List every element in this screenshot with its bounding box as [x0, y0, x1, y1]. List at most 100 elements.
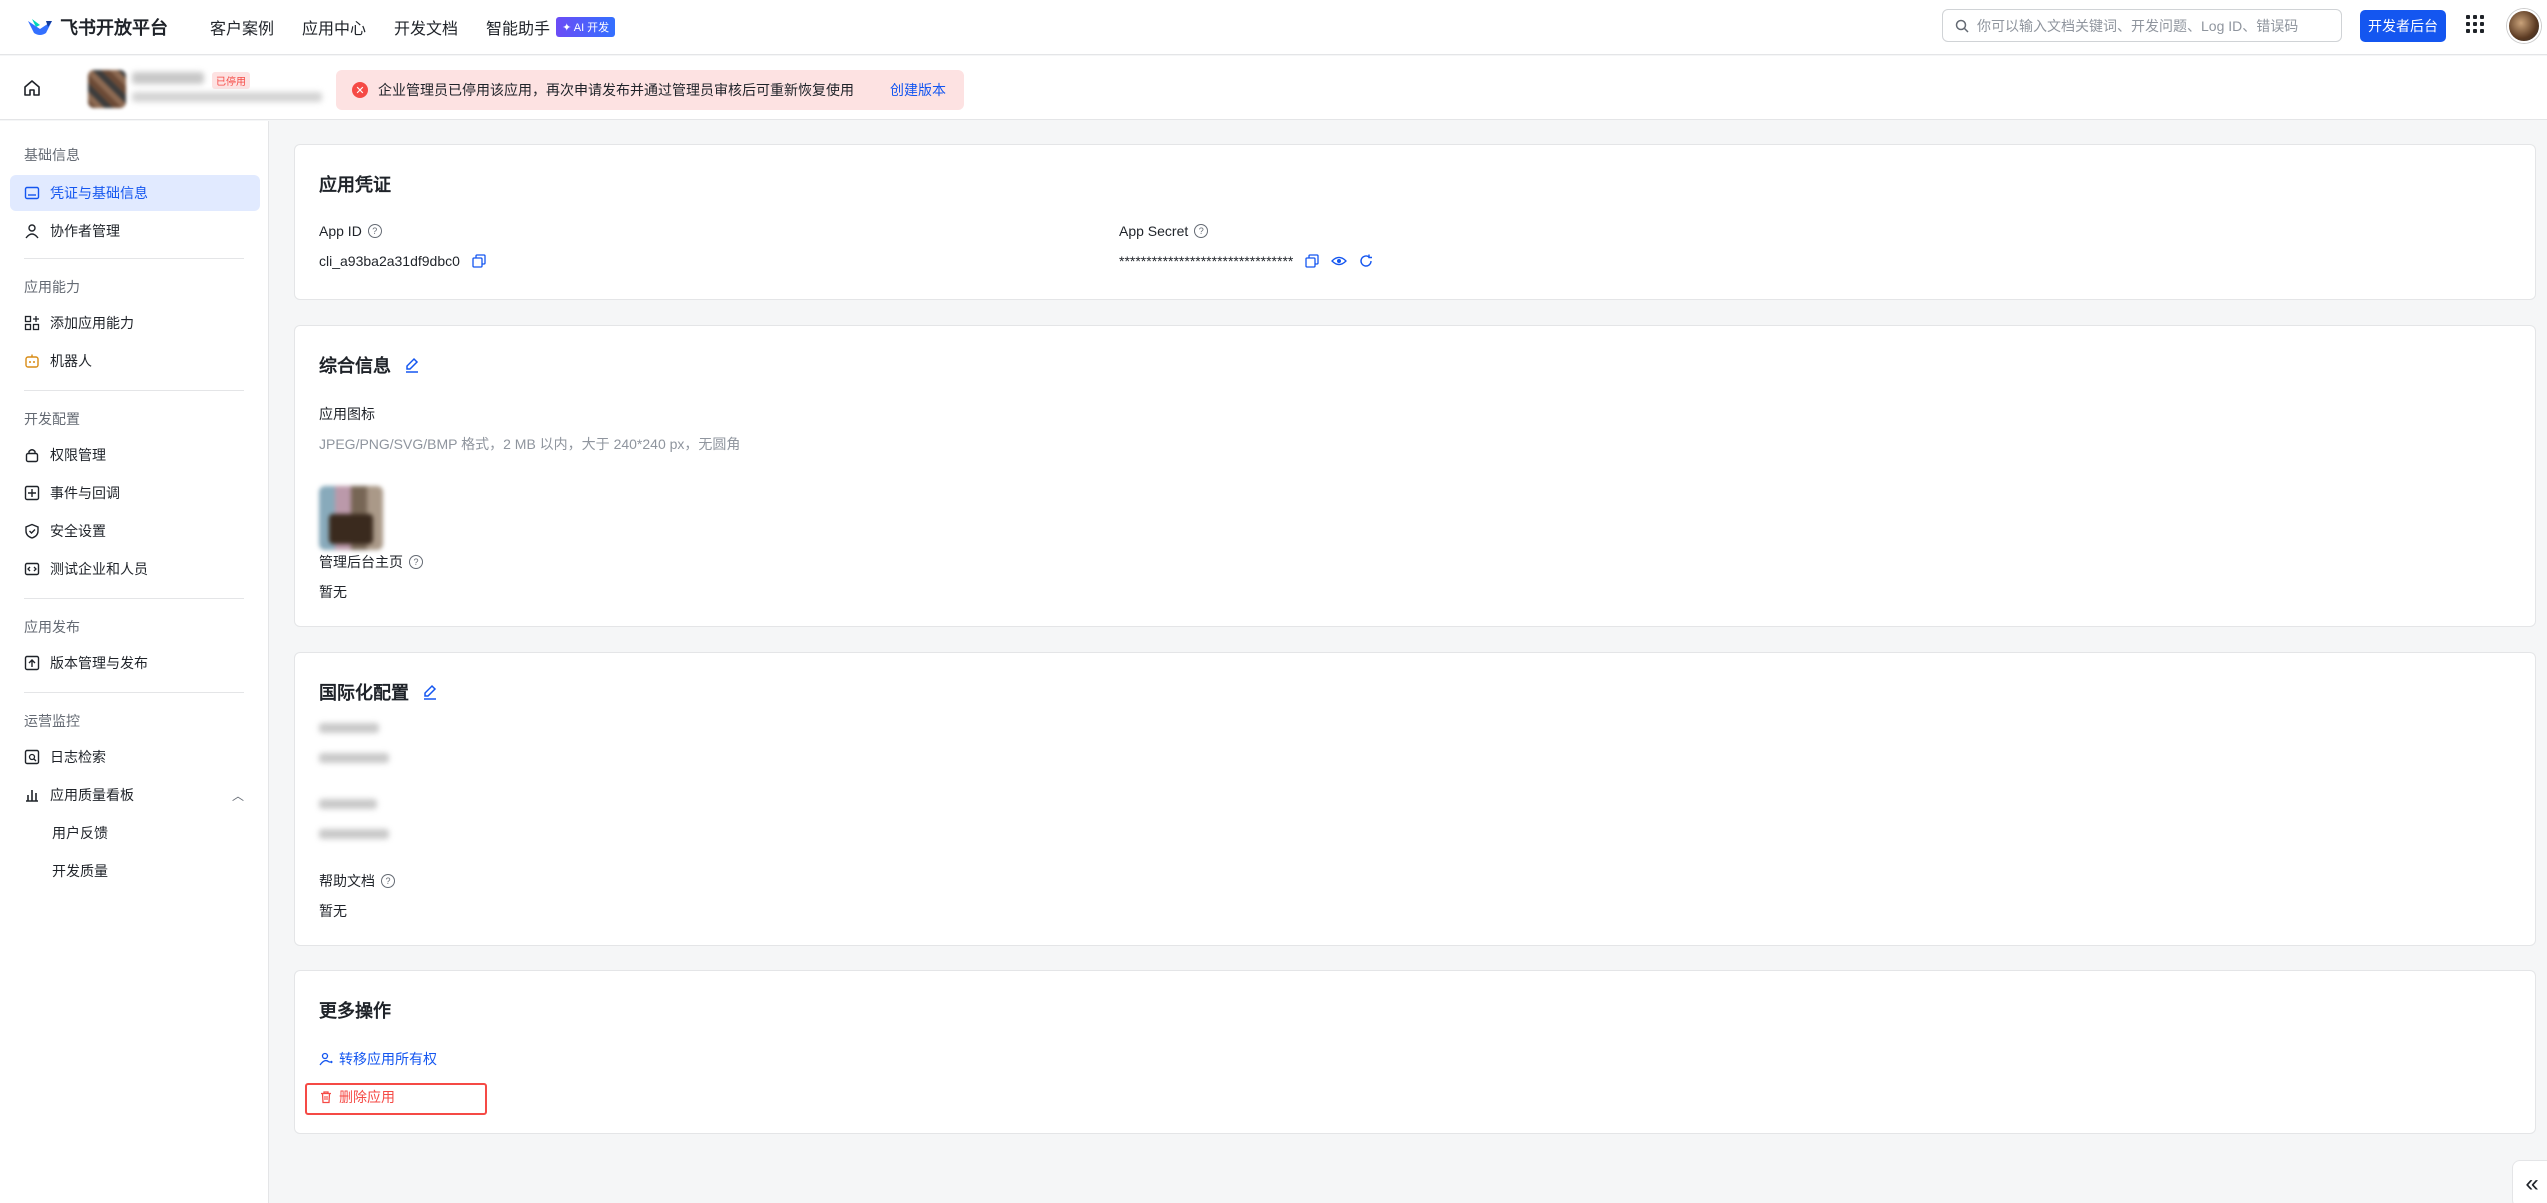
- sidebar-divider: [24, 598, 244, 599]
- sidebar-item-versions[interactable]: 版本管理与发布: [10, 645, 260, 681]
- sidebar-item-logs[interactable]: 日志检索: [10, 739, 260, 775]
- help-icon[interactable]: ?: [1194, 224, 1209, 238]
- sidebar-item-quality-board[interactable]: 应用质量看板 ︿: [10, 777, 260, 813]
- app-name-redacted: [132, 72, 204, 84]
- delete-app-link[interactable]: 删除应用: [319, 1087, 395, 1107]
- sidebar-item-credentials[interactable]: 凭证与基础信息: [10, 175, 260, 211]
- search-box: [1942, 9, 2342, 42]
- sidebar-item-events[interactable]: 事件与回调: [10, 475, 260, 511]
- app-icon-image[interactable]: [319, 486, 383, 550]
- lock-icon: [24, 447, 40, 463]
- credential-icon: [24, 185, 40, 201]
- apps-add-icon: [24, 315, 40, 331]
- help-icon[interactable]: ?: [381, 874, 395, 888]
- i18n-title: 国际化配置: [319, 679, 439, 705]
- bar-chart-icon: [24, 787, 40, 803]
- copy-icon[interactable]: [1305, 254, 1319, 268]
- nav-app-center[interactable]: 应用中心: [302, 15, 366, 39]
- sidebar-item-test-tenant[interactable]: 测试企业和人员: [10, 551, 260, 587]
- app-icon-label: 应用图标: [319, 406, 375, 422]
- disabled-alert: ✕ 企业管理员已停用该应用，再次申请发布并通过管理员审核后可重新恢复使用 创建版…: [336, 70, 964, 110]
- i18n-title-text: 国际化配置: [319, 683, 409, 703]
- brand-logo[interactable]: 飞书开放平台: [26, 14, 168, 40]
- app-id-text: cli_a93ba2a31df9dbc0: [319, 253, 460, 269]
- brand-name: 飞书开放平台: [60, 18, 168, 38]
- shield-icon: [24, 523, 40, 539]
- sidebar-item-label: 日志检索: [50, 749, 106, 765]
- sidebar-item-collaborators[interactable]: 协作者管理: [10, 213, 260, 249]
- transfer-ownership-link[interactable]: 转移应用所有权: [319, 1049, 437, 1069]
- sidebar-item-label: 版本管理与发布: [50, 655, 148, 671]
- app-secret-label-text: App Secret: [1119, 223, 1189, 239]
- user-transfer-icon: [319, 1052, 333, 1066]
- section-title-basic: 基础信息: [24, 147, 80, 163]
- sidebar-divider: [24, 390, 244, 391]
- redacted-text: [319, 753, 389, 763]
- search-input[interactable]: [1977, 17, 2317, 34]
- eye-icon[interactable]: [1331, 254, 1348, 268]
- general-title: 综合信息: [319, 352, 421, 378]
- app-id-value: cli_a93ba2a31df9dbc0: [319, 253, 486, 269]
- section-title-monitoring: 运营监控: [24, 713, 80, 729]
- sidebar-item-add-capability[interactable]: 添加应用能力: [10, 305, 260, 341]
- nav-customer-cases[interactable]: 客户案例: [210, 15, 274, 39]
- help-doc-label-text: 帮助文档: [319, 873, 375, 889]
- code-icon: [24, 561, 40, 577]
- section-title-release: 应用发布: [24, 619, 80, 635]
- sidebar-item-label: 事件与回调: [50, 485, 120, 501]
- help-icon[interactable]: ?: [367, 224, 382, 238]
- more-actions-card: 更多操作 转移应用所有权 删除应用: [294, 970, 2536, 1134]
- sidebar: 基础信息 凭证与基础信息 协作者管理 应用能力 添加应用能力 机器人 开发配置 …: [0, 121, 269, 1203]
- log-search-icon: [24, 749, 40, 765]
- sidebar-item-label: 应用质量看板: [50, 787, 134, 803]
- redacted-text: [319, 723, 379, 733]
- app-id-label-text: App ID: [319, 223, 362, 239]
- app-secret-value: ********************************: [1119, 253, 1373, 269]
- dev-console-button[interactable]: 开发者后台: [2360, 10, 2446, 42]
- create-version-link[interactable]: 创建版本: [890, 80, 946, 100]
- general-title-text: 综合信息: [319, 356, 391, 376]
- collapse-double-chevron-icon[interactable]: «: [2512, 1160, 2547, 1203]
- app-avatar: [88, 70, 126, 108]
- sidebar-item-security[interactable]: 安全设置: [10, 513, 260, 549]
- app-id-label: App ID ?: [319, 223, 382, 239]
- app-secret-label: App Secret ?: [1119, 223, 1209, 239]
- ai-dev-badge: ✦ AI 开发: [556, 17, 616, 37]
- search-icon: [1955, 19, 1969, 33]
- sidebar-item-permissions[interactable]: 权限管理: [10, 437, 260, 473]
- edit-icon[interactable]: [403, 356, 421, 374]
- sidebar-divider: [24, 692, 244, 693]
- app-header: 已停用 ✕ 企业管理员已停用该应用，再次申请发布并通过管理员审核后可重新恢复使用…: [0, 56, 2547, 120]
- nav-dev-docs[interactable]: 开发文档: [394, 15, 458, 39]
- delete-label: 删除应用: [339, 1089, 395, 1105]
- sidebar-item-dev-quality[interactable]: 开发质量: [10, 853, 260, 889]
- user-avatar[interactable]: [2507, 9, 2541, 43]
- sidebar-item-feedback[interactable]: 用户反馈: [10, 815, 260, 851]
- nav-ai-assistant[interactable]: 智能助手 ✦ AI 开发: [486, 15, 616, 39]
- nav-ai-assistant-label: 智能助手: [486, 21, 551, 38]
- sidebar-item-label: 协作者管理: [50, 223, 120, 239]
- transfer-label: 转移应用所有权: [339, 1051, 437, 1067]
- sidebar-item-label: 权限管理: [50, 447, 106, 463]
- admin-home-label-text: 管理后台主页: [319, 554, 403, 570]
- sidebar-item-label: 凭证与基础信息: [50, 185, 148, 201]
- section-title-dev-config: 开发配置: [24, 411, 80, 427]
- error-icon: ✕: [352, 82, 368, 98]
- edit-icon[interactable]: [421, 683, 439, 701]
- help-icon[interactable]: ?: [409, 555, 423, 569]
- home-icon[interactable]: [22, 78, 42, 98]
- sidebar-item-bot[interactable]: 机器人: [10, 343, 260, 379]
- status-badge: 已停用: [212, 72, 250, 89]
- redacted-text: [319, 829, 389, 839]
- credentials-title: 应用凭证: [319, 175, 391, 195]
- feishu-logo-icon: [28, 19, 52, 35]
- app-grid-icon[interactable]: [2466, 15, 2484, 33]
- i18n-card: 国际化配置 帮助文档 ? 暂无: [294, 652, 2536, 946]
- chevron-up-icon: ︿: [231, 788, 244, 803]
- admin-home-value: 暂无: [319, 584, 347, 600]
- sidebar-item-label: 添加应用能力: [50, 315, 134, 331]
- refresh-icon[interactable]: [1359, 254, 1373, 268]
- credentials-card: 应用凭证 App ID ? cli_a93ba2a31df9dbc0 App S…: [294, 144, 2536, 300]
- user-icon: [24, 223, 40, 239]
- copy-icon[interactable]: [472, 254, 486, 268]
